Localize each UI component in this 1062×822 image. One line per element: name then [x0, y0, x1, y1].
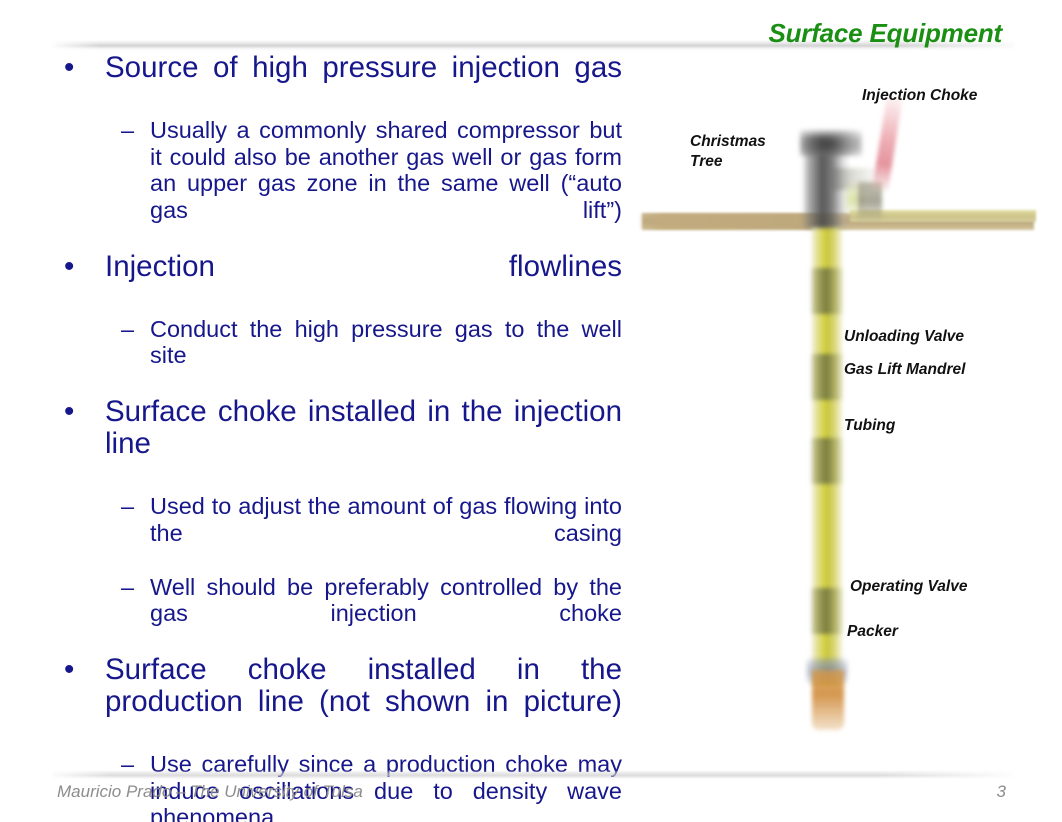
sub-bullet-marker: – [121, 117, 135, 143]
sub-bullet-marker: – [121, 315, 135, 342]
gas-lift-mandrel-icon [810, 354, 844, 400]
gas-lift-well-diagram: Injection Choke Christmas Tree Unloading… [634, 58, 1040, 758]
bullet-marker: • [64, 653, 75, 686]
gas-lift-mandrel-icon [810, 268, 844, 314]
sub-bullet-text: Conduct the high pressure gas to the wel… [150, 315, 622, 369]
label-packer: Packer [847, 623, 898, 640]
sub-bullet-text: Well should be preferably controlled by … [150, 573, 622, 627]
label-christmas-tree: Christmas Tree [690, 133, 766, 170]
sub-bullet-list: – Used to adjust the amount of gas flowi… [105, 493, 622, 653]
label-gas-lift-mandrel: Gas Lift Mandrel [844, 361, 966, 378]
gas-lift-mandrel-icon [810, 438, 844, 484]
bullet-text: Source of high pressure injection gas [105, 51, 622, 84]
bullet-item: • Surface choke installed in the product… [52, 654, 622, 750]
bullet-marker: • [64, 51, 75, 84]
label-unloading-valve: Unloading Valve [844, 328, 965, 345]
slide: Surface Equipment • Source of high press… [0, 0, 1062, 822]
production-zone-icon [812, 670, 844, 730]
footer-page-number: 3 [996, 782, 1006, 801]
sub-bullet-group: – Usually a commonly shared compressor b… [52, 117, 622, 250]
ground-surface-line-left-icon [638, 214, 818, 229]
sub-bullet-group: – Used to adjust the amount of gas flowi… [52, 493, 622, 653]
content-body: • Source of high pressure injection gas … [52, 52, 622, 822]
sub-bullet-marker: – [121, 573, 135, 600]
sub-bullet-text: Usually a commonly shared compressor but… [150, 117, 622, 223]
bullet-marker: • [64, 249, 75, 283]
footer-divider-fade [52, 770, 1014, 779]
operating-valve-icon [810, 588, 844, 634]
label-injection-choke: Injection Choke [862, 87, 978, 104]
bullet-text: Injection flowlines [105, 249, 622, 283]
page-title: Surface Equipment [768, 18, 1002, 48]
sub-bullet-marker: – [121, 493, 135, 519]
bullet-item: • Source of high pressure injection gas [52, 52, 622, 116]
sub-bullet-item: – Well should be preferably controlled b… [105, 574, 622, 654]
bullet-marker: • [64, 395, 75, 428]
bullet-item: • Injection flowlines [52, 249, 622, 315]
sub-bullet-item: – Used to adjust the amount of gas flowi… [105, 493, 622, 573]
bullet-item: • Surface choke installed in the injecti… [52, 396, 622, 492]
bullet-list: • Source of high pressure injection gas … [52, 52, 622, 822]
sub-bullet-text: Used to adjust the amount of gas flowing… [150, 493, 622, 546]
label-operating-valve: Operating Valve [850, 578, 968, 595]
christmas-tree-cap-icon [800, 130, 862, 156]
label-tubing: Tubing [844, 417, 896, 434]
sub-bullet-list: – Conduct the high pressure gas to the w… [105, 316, 622, 396]
footer-author: Mauricio Prado – The University of Tulsa [57, 782, 363, 801]
sub-bullet-item: – Usually a commonly shared compressor b… [105, 117, 622, 250]
injection-choke-stem-icon [872, 95, 903, 192]
sub-bullet-item: – Conduct the high pressure gas to the w… [105, 316, 622, 396]
bullet-text: Surface choke installed in the injection… [105, 395, 622, 460]
sub-bullet-list: – Usually a commonly shared compressor b… [105, 117, 622, 250]
bullet-text: Surface choke installed in the productio… [105, 653, 622, 718]
sub-bullet-group: – Conduct the high pressure gas to the w… [52, 316, 622, 396]
